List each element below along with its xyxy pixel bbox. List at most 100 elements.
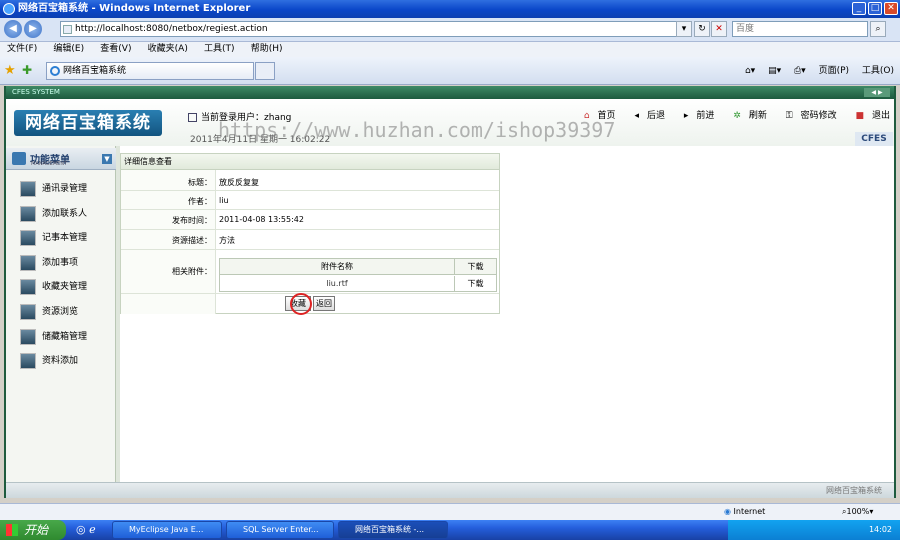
menu-bar: 文件(F) 编辑(E) 查看(V) 收藏夹(A) 工具(T) 帮助(H) [0, 42, 900, 57]
cfes-badge: CFES [855, 132, 893, 146]
task-label: 网络百宝箱系统 -... [355, 525, 425, 534]
close-button[interactable]: ✕ [884, 2, 898, 15]
window-title-bar: 网络百宝箱系统 - Windows Internet Explorer [0, 0, 900, 18]
ie-tab-icon [50, 66, 60, 76]
menu-tools[interactable]: 工具(T) [204, 42, 235, 57]
detail-panel-title: 详细信息查看 [121, 154, 499, 170]
tools-menu[interactable]: 工具(O) [862, 66, 894, 76]
person-icon [20, 230, 36, 246]
menu-help[interactable]: 帮助(H) [251, 42, 283, 57]
top-nav: ⌂ 首页 ◂ 后退 ▸ 前进 ✲ 刷新 ⚿ 密码修改 ■ 退出 [568, 108, 890, 121]
forward-nav-icon: ▸ [683, 111, 689, 121]
attachments-label: 相关附件： [172, 267, 212, 276]
task-label: MyEclipse Java E... [129, 525, 204, 534]
nav-forward[interactable]: ▸ 前进 [676, 111, 715, 121]
forward-arrow-icon[interactable]: ▶ [24, 20, 42, 38]
sidebar-item-resources[interactable]: 资源浏览 [20, 303, 112, 321]
person-icon [20, 353, 36, 369]
refresh-nav-icon: ✲ [733, 111, 741, 121]
nav-refresh[interactable]: ✲ 刷新 [725, 111, 767, 121]
sidebar-item-favorites[interactable]: 收藏夹管理 [20, 278, 112, 296]
task-sqlserver[interactable]: SQL Server Enter... [226, 521, 334, 539]
page-icon [63, 25, 72, 34]
browser-status-bar: ◉ Internet ⌕100%▾ [0, 503, 900, 520]
published-label: 发布时间： [172, 216, 212, 225]
home-icon[interactable]: ⌂▾ [745, 66, 755, 76]
title-value: 放反反复复 [219, 178, 259, 187]
search-icon[interactable]: ⌕ [870, 21, 886, 37]
sidebar-item-notebook[interactable]: 记事本管理 [20, 229, 112, 247]
sidebar-item-label: 收藏夹管理 [42, 282, 88, 292]
tab-title: 网络百宝箱系统 [63, 66, 127, 76]
stop-icon[interactable]: ✕ [711, 21, 727, 37]
row-author: 作者： liu [121, 191, 499, 210]
menu-file[interactable]: 文件(F) [7, 42, 37, 57]
ie-icon [3, 3, 15, 15]
person-icon [20, 206, 36, 222]
nav-logout[interactable]: ■ 退出 [847, 111, 890, 121]
search-input[interactable]: 百度 [732, 21, 868, 37]
window-title: 网络百宝箱系统 - Windows Internet Explorer [18, 3, 251, 14]
start-button[interactable]: 开始 [0, 520, 66, 540]
nav-back[interactable]: ◂ 后退 [626, 111, 665, 121]
internet-zone: ◉ Internet [724, 504, 765, 520]
menu-favorites[interactable]: 收藏夹(A) [148, 42, 188, 57]
sidebar-item-add-event[interactable]: 添加事项 [20, 254, 112, 272]
task-myeclipse[interactable]: MyEclipse Java E... [112, 521, 222, 539]
nav-password[interactable]: ⚿ 密码修改 [778, 111, 837, 121]
back-button[interactable]: 返回 [313, 296, 335, 311]
quick-launch-icons[interactable]: ◎ ℯ [76, 523, 96, 536]
sidebar-item-add-data[interactable]: 资料添加 [20, 352, 112, 370]
attachment-file-name[interactable]: liu.rtf [220, 276, 454, 292]
tab-current[interactable]: 网络百宝箱系统 [46, 62, 254, 80]
url-field[interactable]: http://localhost:8080/netbox/regiest.act… [60, 21, 690, 37]
attachments-header: 附件名称 下载 [220, 259, 496, 275]
back-arrow-icon[interactable]: ◀ [4, 20, 22, 38]
header-arrows-icon[interactable]: ◀ ▶ [864, 88, 890, 97]
app-header-strip: CFES SYSTEM [6, 86, 894, 99]
sidebar-item-storage[interactable]: 储藏箱管理 [20, 328, 112, 346]
zoom-value: 100% [846, 507, 870, 516]
sidebar-item-label: 记事本管理 [42, 233, 88, 243]
sidebar-item-label: 资源浏览 [42, 307, 79, 317]
attachment-download-header: 下载 [454, 259, 496, 275]
globe-icon: ◉ [724, 507, 731, 516]
author-label: 作者： [188, 197, 212, 206]
menu-view[interactable]: 查看(V) [100, 42, 131, 57]
favorites-star-icon[interactable]: ★ [4, 63, 16, 78]
menu-edit[interactable]: 编辑(E) [53, 42, 84, 57]
print-icon[interactable]: ⎙▾ [794, 66, 806, 76]
system-tray: 14:02 [728, 520, 900, 540]
page-menu[interactable]: 页面(P) [819, 66, 849, 76]
attachment-download-link[interactable]: 下载 [454, 276, 496, 292]
new-tab-button[interactable] [255, 62, 275, 80]
add-favorites-icon[interactable]: ✚ [22, 63, 32, 77]
sidebar-subtitle: MANAGEMENT [31, 161, 68, 167]
watermark-text: https://www.huzhan.com/ishop39397 [218, 118, 616, 142]
sidebar-item-add-contact[interactable]: 添加联系人 [20, 205, 112, 223]
app-logo: 网络百宝箱系统 [14, 110, 162, 136]
feeds-icon[interactable]: ▤▾ [768, 66, 781, 76]
password-nav-icon: ⚿ [785, 111, 793, 121]
collapse-icon[interactable]: ▼ [102, 154, 112, 164]
row-title: 标题： 放反反复复 [121, 172, 499, 191]
sidebar-item-contacts[interactable]: 通讯录管理 [20, 180, 112, 198]
maximize-button[interactable]: □ [868, 2, 882, 15]
attachments-table: 附件名称 下载 liu.rtf 下载 [219, 258, 497, 292]
sidebar-item-label: 储藏箱管理 [42, 332, 88, 342]
sidebar-item-label: 资料添加 [42, 356, 79, 366]
url-dropdown-icon[interactable]: ▾ [676, 21, 692, 37]
person-icon [20, 181, 36, 197]
sidebar-item-label: 添加联系人 [42, 209, 88, 219]
task-netbox[interactable]: 网络百宝箱系统 -... [338, 521, 448, 539]
ie-toolbar: ⌂▾ ▤▾ ⎙▾ 页面(P) 工具(O) [735, 62, 894, 80]
zoom-level[interactable]: ⌕100%▾ [842, 504, 873, 520]
row-published: 发布时间： 2011-04-08 13:55:42 [121, 210, 499, 230]
user-icon [188, 113, 197, 122]
table-row: liu.rtf 下载 [220, 276, 496, 292]
minimize-button[interactable]: _ [852, 2, 866, 15]
refresh-icon[interactable]: ↻ [694, 21, 710, 37]
sidebar-title: 功能菜单 MANAGEMENT ▼ [6, 148, 116, 170]
person-icon [20, 279, 36, 295]
published-value: 2011-04-08 13:55:42 [219, 215, 304, 224]
